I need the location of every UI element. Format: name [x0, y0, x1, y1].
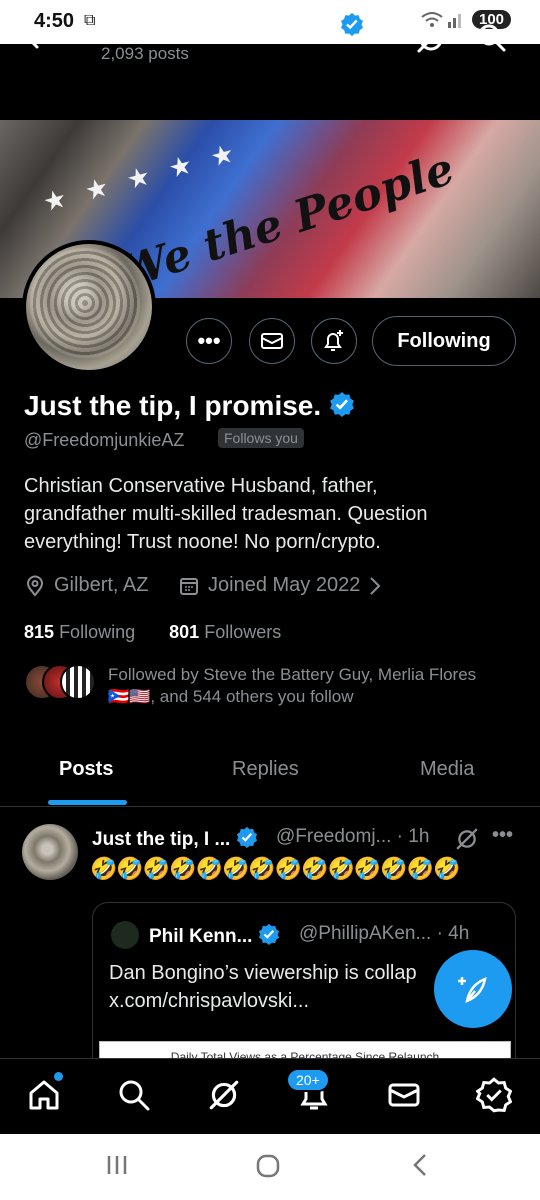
profile-name: Just the tip, I promise. — [24, 390, 355, 424]
follows-you-badge: Follows you — [218, 428, 304, 448]
quote-author-name: Phil Kenn... — [149, 926, 253, 947]
post-time: · 1h — [396, 826, 430, 847]
tab-posts[interactable]: Posts — [59, 758, 113, 781]
profile-joined[interactable]: Joined May 2022 — [178, 574, 382, 597]
post-handle: @Freedomj... — [276, 826, 392, 847]
notifications-badge: 20+ — [286, 1068, 330, 1092]
verified-badge-icon — [236, 826, 258, 854]
tab-media[interactable]: Media — [420, 758, 474, 781]
post-more-button[interactable]: ••• — [492, 824, 513, 847]
compose-feather-icon — [458, 976, 487, 1004]
profile-bio: Christian Conservative Husband, father, … — [24, 472, 524, 556]
header-posts-count: 2,093 posts — [101, 44, 189, 63]
following-stat[interactable]: 815 Following — [24, 622, 135, 642]
location-text: Gilbert, AZ — [54, 574, 149, 596]
tab-replies[interactable]: Replies — [232, 758, 299, 781]
quote-handle-time: @PhillipAKen... · 4h — [299, 923, 469, 945]
flags-emoji: 🇵🇷🇺🇸 — [108, 687, 151, 706]
following-count: 815 — [24, 622, 55, 642]
more-options-button[interactable]: ••• — [186, 318, 232, 364]
post-author-name: Just the tip, I ... — [92, 829, 231, 850]
profile-name-text: Just the tip, I promise. — [24, 390, 322, 421]
bell-plus-icon — [324, 330, 343, 351]
followed-by-line: Followed by Steve the Battery Guy, Merli… — [108, 665, 477, 684]
profile-tabs: Posts Replies Media — [0, 740, 540, 807]
calendar-icon — [180, 577, 198, 595]
screenshot-icon: ⧉ — [84, 12, 96, 29]
back-chevron-icon[interactable] — [408, 1152, 434, 1183]
quote-handle: @PhillipAKen... — [299, 923, 432, 944]
home-circle-icon[interactable] — [254, 1152, 282, 1185]
home-unread-dot — [54, 1072, 63, 1081]
bio-line: grandfather multi-skilled tradesman. Que… — [24, 503, 428, 525]
quote-avatar — [111, 921, 139, 949]
quote-time: · 4h — [436, 923, 470, 944]
header-title-text: Just the tip, I promise. — [100, 13, 334, 38]
post-avatar[interactable] — [22, 824, 78, 880]
compose-post-button[interactable] — [434, 950, 512, 1028]
android-navigation-bar — [0, 1134, 540, 1200]
recent-apps-icon[interactable] — [104, 1152, 130, 1183]
quote-author: Phil Kenn... — [149, 923, 280, 951]
followers-stat[interactable]: 801 Followers — [169, 622, 281, 642]
bio-line: everything! Trust noone! No porn/crypto. — [24, 531, 381, 553]
post-text: 🤣🤣🤣🤣🤣🤣🤣🤣🤣🤣🤣🤣🤣🤣 — [90, 856, 460, 881]
avatar — [60, 664, 96, 700]
followers-label: Followers — [204, 622, 282, 642]
envelope-icon[interactable] — [386, 1077, 422, 1113]
post-author[interactable]: Just the tip, I ... — [92, 826, 258, 854]
header-title: Just the tip, I promise. — [100, 12, 364, 42]
chevron-right-icon — [370, 576, 381, 595]
verified-orgs-icon[interactable] — [475, 1077, 513, 1113]
profile-handle: @FreedomjunkieAZ — [24, 430, 185, 450]
notifications-subscribe-button[interactable] — [311, 318, 357, 364]
bio-line: Christian Conservative Husband, father, — [24, 475, 378, 497]
home-icon[interactable] — [26, 1077, 62, 1113]
follow-stats: 815 Following 801 Followers — [24, 622, 281, 643]
banner-stars: ★★★★★ — [39, 132, 257, 218]
active-tab-indicator — [48, 800, 127, 805]
followed-by-avatars[interactable] — [24, 664, 96, 700]
bottom-navigation — [0, 1058, 540, 1135]
message-button[interactable] — [249, 318, 295, 364]
verified-badge-icon — [329, 391, 355, 424]
back-arrow-icon[interactable] — [22, 22, 54, 54]
followed-by-text[interactable]: Followed by Steve the Battery Guy, Merli… — [108, 664, 528, 708]
profile-location: Gilbert, AZ — [24, 574, 148, 597]
verified-badge-icon — [258, 923, 280, 951]
followed-by-line: 🇵🇷🇺🇸, and 544 others you follow — [108, 686, 528, 708]
following-label: Following — [59, 622, 136, 642]
profile-avatar-texture — [30, 248, 140, 358]
search-icon[interactable] — [476, 22, 508, 54]
grok-icon[interactable] — [414, 22, 448, 56]
location-pin-icon — [26, 575, 44, 597]
post-handle-time: @Freedomj... · 1h — [276, 826, 429, 848]
following-button[interactable]: Following — [372, 316, 516, 366]
profile-header — [0, 44, 540, 120]
grok-icon[interactable] — [206, 1077, 242, 1113]
joined-text: Joined May 2022 — [208, 574, 361, 596]
grok-icon[interactable] — [454, 826, 480, 852]
verified-badge-icon — [340, 12, 364, 42]
envelope-icon — [261, 333, 283, 349]
followers-count: 801 — [169, 622, 200, 642]
followed-by-rest: , and 544 others you follow — [150, 687, 354, 706]
search-icon[interactable] — [116, 1077, 152, 1113]
